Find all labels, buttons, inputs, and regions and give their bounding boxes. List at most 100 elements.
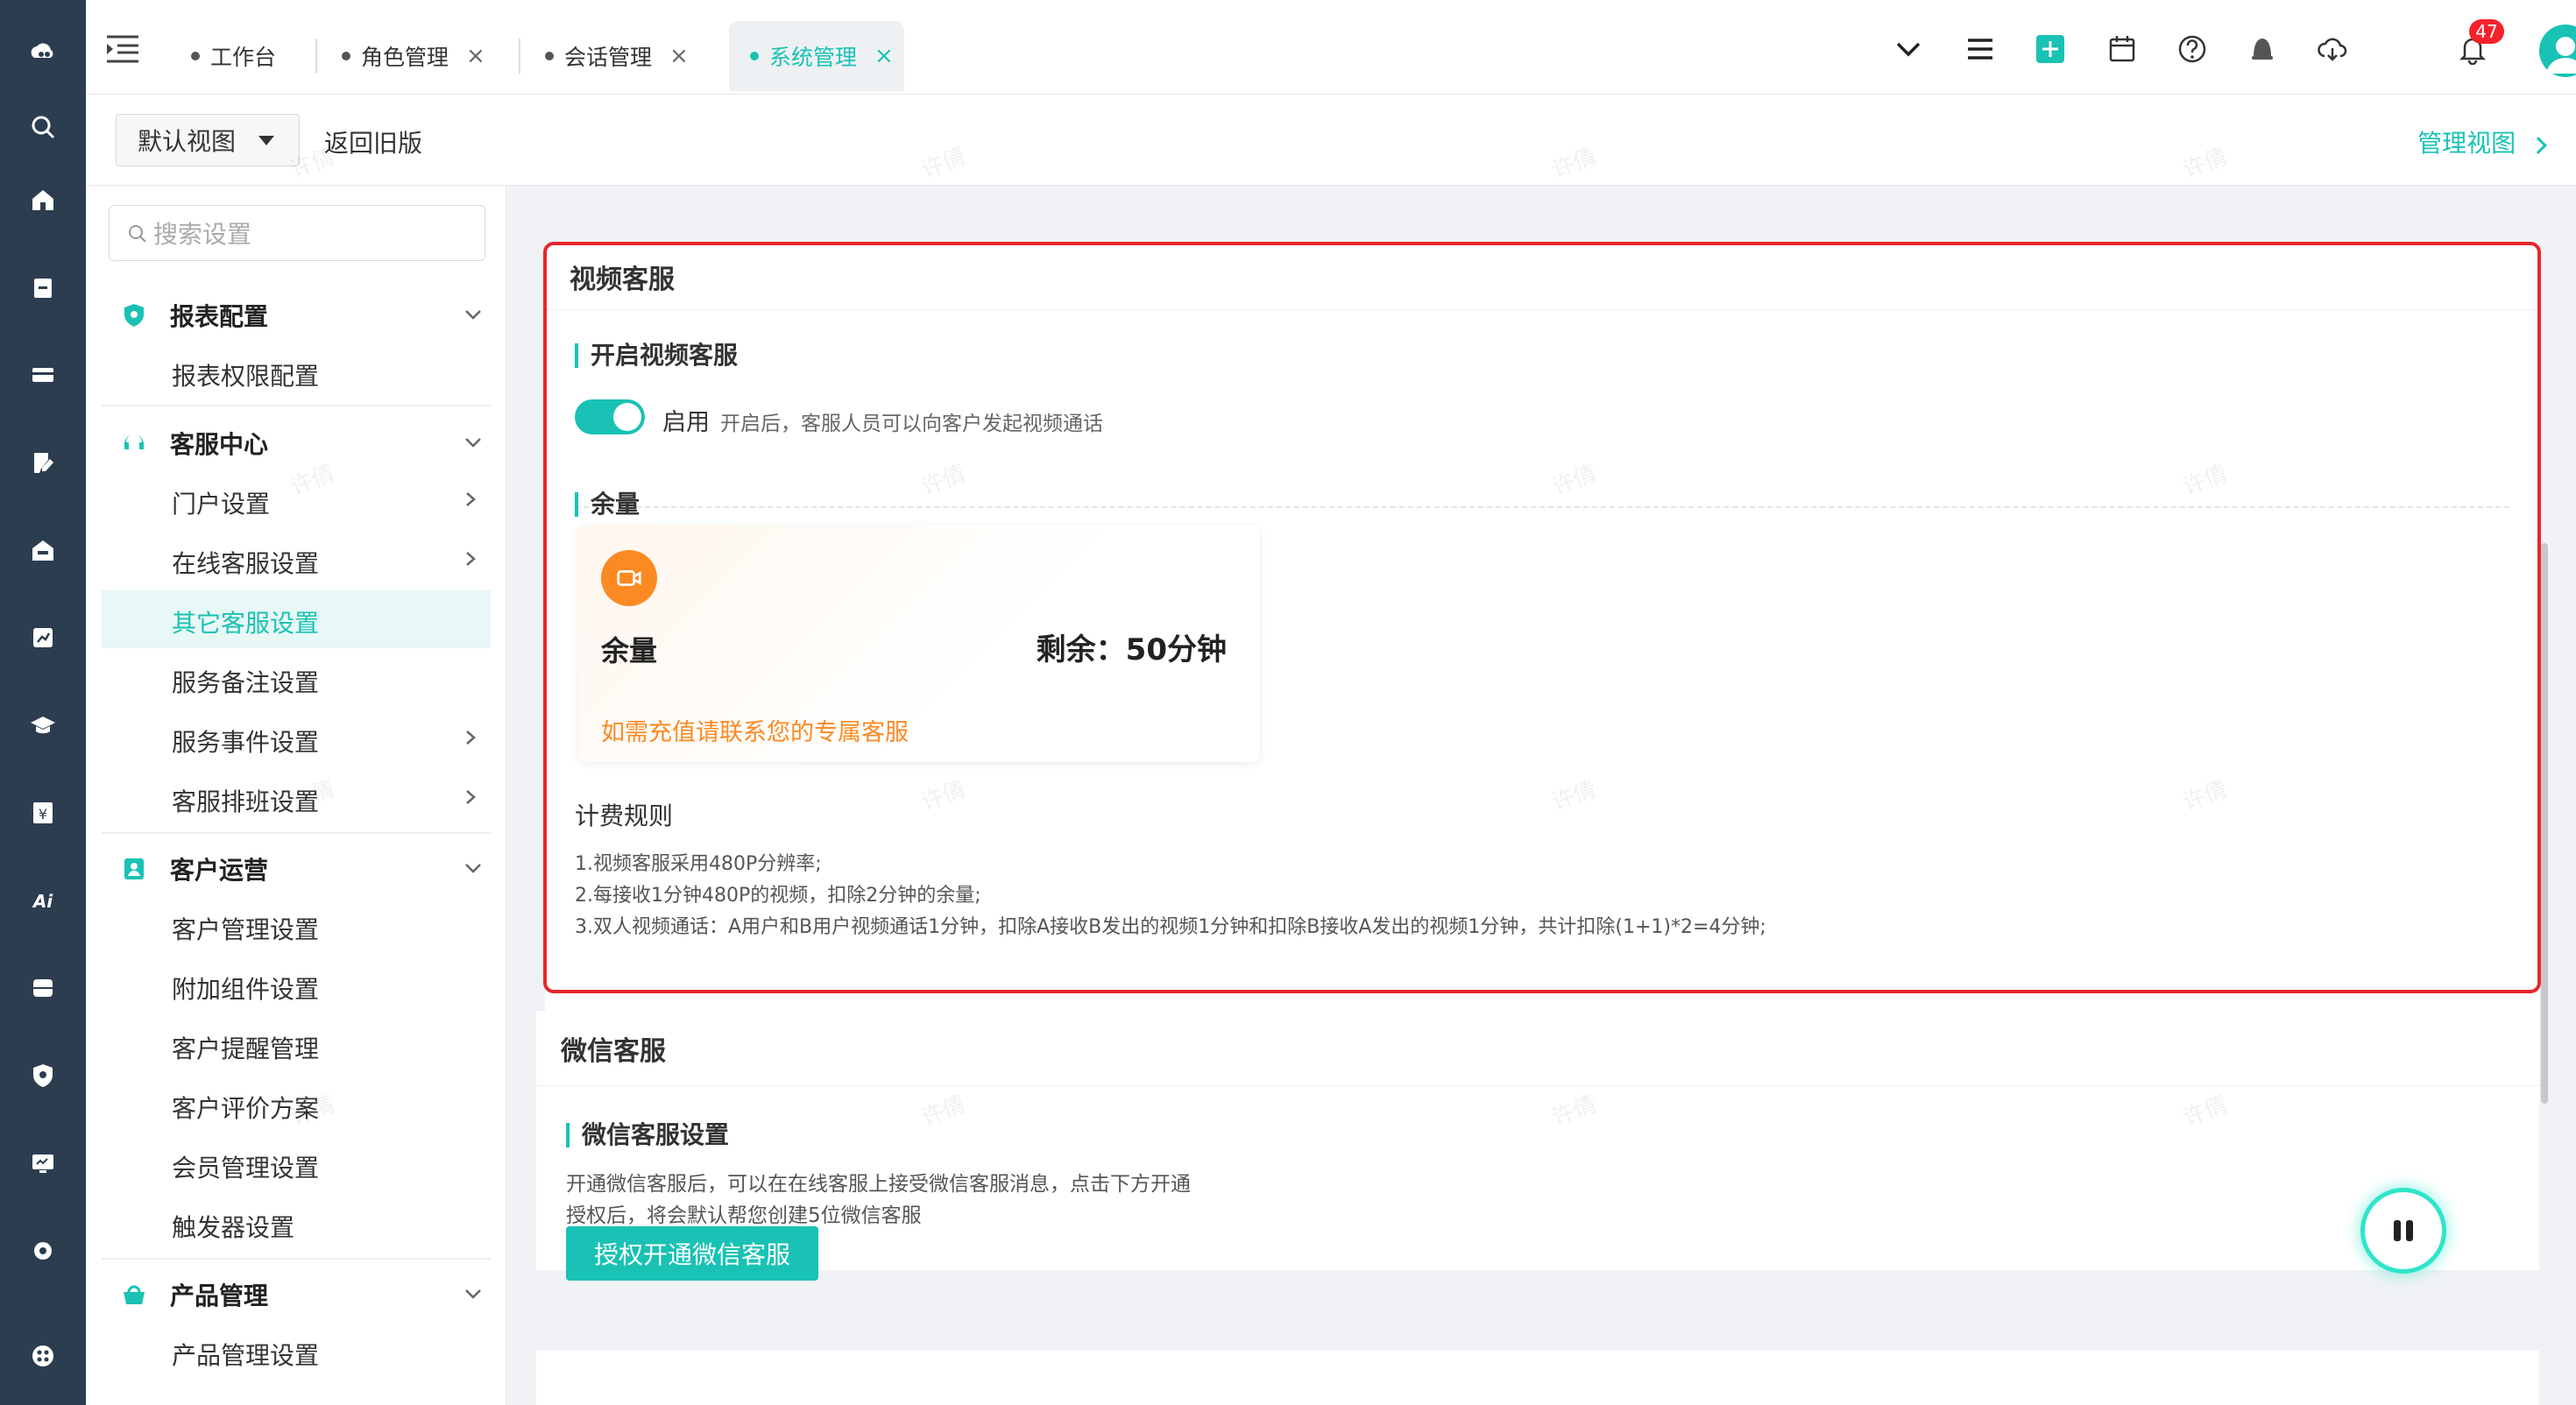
list-menu-icon[interactable] (1963, 32, 1998, 67)
clipboard-icon[interactable] (0, 261, 86, 314)
main-content: 视频客服 开启视频客服 启用 开启后，客服人员可以向客户发起视频通话 余量 余量… (506, 186, 2576, 1405)
search-icon (129, 225, 146, 243)
wechat-description: 授权后，将会默认帮您创建5位微信客服 (566, 1204, 922, 1227)
store-icon[interactable] (0, 524, 86, 576)
tab-close-icon[interactable]: × (466, 43, 485, 69)
chevron-right-icon (466, 492, 476, 506)
back-old-version-link[interactable]: 返回旧版 (324, 124, 422, 159)
app-logo-icon[interactable] (0, 26, 86, 79)
recharge-tip-link[interactable]: 如需充值请联系您的专属客服 (601, 713, 909, 747)
caret-down-icon (258, 136, 274, 145)
billing-rule: 2.每接收1分钟480P的视频，扣除2分钟的余量; (575, 885, 981, 907)
billing-rule: 3.双人视频通话：A用户和B用户视频通话1分钟，扣除A接收B发出的视频1分钟和扣… (575, 916, 1766, 938)
nav-group-customer-ops[interactable]: 客户运营 (121, 851, 268, 886)
nav-group-label: 报表配置 (170, 302, 269, 331)
svg-text:¥: ¥ (39, 806, 47, 823)
scrollbar[interactable] (2541, 543, 2548, 1104)
tab-dot (191, 52, 200, 60)
tab-dot (750, 52, 759, 60)
chevron-down-icon[interactable] (464, 858, 483, 878)
product-icon (124, 1285, 145, 1304)
tab-close-icon[interactable]: × (669, 43, 689, 69)
graduation-icon[interactable] (0, 699, 86, 752)
tab-dot (545, 52, 554, 60)
nav-item-member-manage[interactable]: 会员管理设置 (172, 1149, 319, 1184)
nav-item-customer-manage[interactable]: 客户管理设置 (172, 911, 319, 946)
nav-group-label: 产品管理 (170, 1281, 269, 1310)
home-icon[interactable] (0, 173, 86, 226)
search-placeholder: 搜索设置 (153, 220, 252, 249)
monitor-icon[interactable] (0, 1137, 86, 1190)
view-select[interactable]: 默认视图 (116, 114, 300, 166)
nav-group-report[interactable]: 报表配置 (121, 298, 268, 333)
nav-item-report-permission[interactable]: 报表权限配置 (172, 357, 319, 392)
billing-rule: 1.视频客服采用480P分辨率; (575, 853, 822, 875)
chevron-down-icon[interactable] (464, 305, 483, 324)
quota-label: 余量 (601, 634, 658, 667)
apps-icon[interactable] (0, 1330, 86, 1382)
section-title-quota: 余量 (575, 492, 640, 517)
chevron-down-icon[interactable] (464, 1284, 483, 1303)
toggle-label: 启用 (662, 409, 710, 436)
nav-item-trigger[interactable]: 触发器设置 (172, 1209, 294, 1244)
contact-icon (124, 858, 144, 879)
manage-view-link[interactable]: 管理视图 (2417, 124, 2547, 159)
avatar[interactable] (2539, 25, 2576, 77)
nav-item-customer-reminder[interactable]: 客户提醒管理 (172, 1030, 319, 1065)
video-camera-icon (601, 550, 657, 606)
nav-divider (102, 405, 491, 406)
app-icon-rail: ¥ Ai (0, 0, 86, 1405)
nav-item-addon[interactable]: 附加组件设置 (172, 971, 319, 1006)
shield-icon (124, 304, 144, 327)
authorize-wechat-button[interactable]: 授权开通微信客服 (566, 1226, 818, 1281)
nav-group-label: 客户运营 (170, 856, 269, 885)
nav-item-service-event[interactable]: 服务事件设置 (172, 724, 319, 759)
card-title: 视频客服 (545, 244, 2539, 310)
pause-icon (2394, 1220, 2413, 1241)
video-service-toggle[interactable] (575, 399, 645, 434)
svg-text:Ai: Ai (32, 891, 53, 912)
wechat-service-card: 微信客服 微信客服设置 开通微信客服后，可以在在线客服上接受微信客服消息，点击下… (536, 1011, 2539, 1281)
add-icon[interactable] (2033, 32, 2068, 67)
view-select-value: 默认视图 (138, 127, 237, 156)
section-title-enable: 开启视频客服 (575, 343, 738, 368)
nav-group-product[interactable]: 产品管理 (121, 1277, 268, 1312)
cloud-download-icon[interactable] (2315, 32, 2350, 67)
chevron-right-icon (466, 731, 476, 745)
tab-separator (315, 39, 317, 74)
agent-status-icon[interactable] (2245, 32, 2280, 67)
card-icon[interactable] (0, 349, 86, 401)
settings-search-input[interactable]: 搜索设置 (109, 205, 485, 261)
chevron-right-icon (2530, 137, 2547, 154)
nav-item-online-service[interactable]: 在线客服设置 (172, 545, 319, 580)
finance-icon[interactable]: ¥ (0, 787, 86, 839)
next-card (536, 1351, 2539, 1405)
chevron-down-icon[interactable] (1891, 32, 1926, 67)
chevron-right-icon (466, 790, 476, 804)
nav-item-service-note[interactable]: 服务备注设置 (172, 664, 319, 699)
search-icon[interactable] (0, 101, 86, 153)
nav-item-portal[interactable]: 门户设置 (172, 485, 270, 520)
help-icon[interactable] (2175, 32, 2210, 67)
tab-session-management[interactable]: 会话管理 × (545, 21, 689, 91)
ai-icon[interactable]: Ai (0, 874, 86, 927)
tab-system-management[interactable]: 系统管理 × (729, 21, 904, 91)
nav-item-product-manage[interactable]: 产品管理设置 (172, 1337, 319, 1372)
tab-label: 系统管理 (769, 45, 858, 70)
tab-dot (342, 52, 350, 60)
calendar-icon[interactable] (2105, 32, 2140, 67)
database-icon[interactable] (0, 962, 86, 1014)
security-icon[interactable] (0, 1049, 86, 1102)
gear-icon[interactable] (0, 1225, 86, 1277)
chevron-down-icon[interactable] (464, 433, 483, 452)
tab-close-icon[interactable]: × (874, 43, 894, 69)
nav-item-other-service[interactable]: 其它客服设置 (172, 604, 319, 639)
tab-workbench[interactable]: 工作台 (191, 21, 276, 91)
floating-pause-button[interactable] (2360, 1188, 2446, 1274)
tab-role-management[interactable]: 角色管理 × (342, 21, 485, 91)
nav-group-service-center[interactable]: 客服中心 (121, 426, 268, 461)
report-icon[interactable] (0, 611, 86, 664)
tab-label: 角色管理 (361, 45, 449, 70)
menu-toggle-icon[interactable] (105, 33, 140, 65)
edit-doc-icon[interactable] (0, 436, 86, 489)
